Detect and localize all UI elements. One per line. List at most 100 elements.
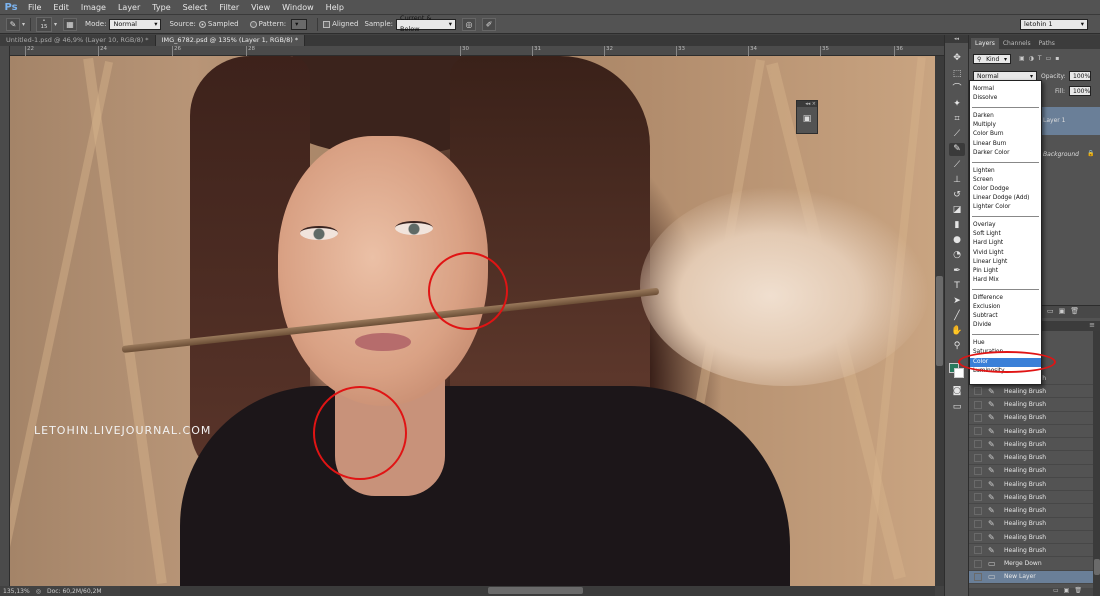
history-item[interactable]: ✎ Healing Brush [969,478,1093,492]
pressure-size-icon[interactable]: ✐ [482,17,497,31]
healing-brush-tool-preset-icon[interactable]: ✎ [6,17,20,31]
pen-tool-icon[interactable]: ✒ [949,265,965,278]
layer-footer-icons[interactable]: ▭▣🗑 [1047,307,1084,315]
eraser-tool-icon[interactable]: ◪ [949,204,965,217]
history-item[interactable]: ▭ Merge Down [969,558,1093,571]
history-footer-icons[interactable]: ▭▣🗑 [1053,587,1087,594]
history-item[interactable]: ✎ Healing Brush [969,518,1093,531]
layer-filter-kind-select[interactable]: ⚲ Kind ▾ [973,54,1011,64]
history-item[interactable]: ✎ Healing Brush [969,399,1093,412]
menu-type[interactable]: Type [146,0,176,15]
screen-mode-icon[interactable]: ▭ [949,401,965,414]
zoom-tool-icon[interactable]: ⚲ [949,340,965,353]
blend-mode-option[interactable]: Exclusion [970,303,1041,312]
chevron-down-icon[interactable]: ▾ [54,21,57,28]
pattern-radio[interactable] [249,20,257,28]
marquee-tool-icon[interactable]: ⬚ [949,68,965,81]
history-scrollbar[interactable] [1093,331,1100,596]
menu-view[interactable]: View [245,0,276,15]
chevron-down-icon[interactable]: ▾ [22,21,25,28]
pattern-picker[interactable]: ▾ [291,18,308,30]
type-tool-icon[interactable]: T [949,280,965,293]
history-snapshot-checkbox[interactable] [974,387,982,396]
history-snapshot-checkbox[interactable] [974,506,982,515]
tab-img-6782[interactable]: IMG_6782.psd @ 135% (Layer 1, RGB/8) * [155,35,306,46]
blend-mode-option[interactable]: Hue [970,339,1041,348]
opacity-input[interactable]: 100% [1069,71,1091,81]
blend-mode-option[interactable]: Color Burn [970,130,1041,139]
blur-tool-icon[interactable]: ● [949,234,965,247]
layer-filter-icons[interactable]: ▣◑T▭▪ [1019,55,1063,62]
blend-mode-option[interactable]: Soft Light [970,230,1041,239]
history-snapshot-checkbox[interactable] [974,453,982,462]
blend-mode-option[interactable]: Subtract [970,312,1041,321]
document-canvas[interactable]: LETOHIN.LIVEJOURNAL.COM ◂◂ × ▣ [10,56,935,586]
history-snapshot-checkbox[interactable] [974,493,982,502]
quick-selection-tool-icon[interactable]: ✦ [949,98,965,111]
tools-panel-header[interactable]: ◂◂ [945,35,968,43]
menu-filter[interactable]: Filter [213,0,245,15]
history-snapshot-checkbox[interactable] [974,480,982,489]
history-item[interactable]: ✎ Healing Brush [969,438,1093,452]
quick-mask-icon[interactable]: ◙ [949,385,965,398]
blend-mode-option[interactable]: Linear Burn [970,140,1041,149]
blend-mode-option[interactable]: Darker Color [970,149,1041,158]
history-snapshot-checkbox[interactable] [974,572,982,581]
menu-select[interactable]: Select [177,0,214,15]
horizontal-scroll-thumb[interactable] [488,587,583,594]
menu-help[interactable]: Help [320,0,350,15]
history-scroll-thumb[interactable] [1094,559,1100,575]
blend-mode-option[interactable]: Overlay [970,221,1041,230]
menu-image[interactable]: Image [75,0,112,15]
panel-menu-icon[interactable]: ≡ [1089,321,1095,329]
history-snapshot-checkbox[interactable] [974,466,982,475]
menu-file[interactable]: File [22,0,47,15]
clone-source-icon[interactable]: ▣ [797,107,817,131]
mode-select[interactable]: Normal ▾ [109,18,162,30]
history-snapshot-checkbox[interactable] [974,546,982,555]
blend-mode-option[interactable]: Color Dodge [970,185,1041,194]
history-snapshot-checkbox[interactable] [974,427,982,436]
history-item[interactable]: ▭ New Layer [969,570,1093,584]
tab-paths[interactable]: Paths [1035,38,1059,49]
blend-mode-option[interactable]: Hard Light [970,239,1041,248]
line-tool-icon[interactable]: ╱ [949,310,965,323]
blend-mode-option[interactable]: Linear Light [970,258,1041,267]
horizontal-scrollbar[interactable] [10,586,935,596]
healing-brush-tool-icon[interactable]: ✎ [949,143,965,156]
blend-mode-option[interactable]: Darken [970,112,1041,121]
blend-mode-option[interactable]: Multiply [970,121,1041,130]
blend-mode-option[interactable]: Pin Light [970,267,1041,276]
lasso-tool-icon[interactable]: ⌒ [949,83,965,96]
blend-mode-option[interactable]: Lighter Color [970,203,1041,212]
history-item[interactable]: ✎ Healing Brush [969,412,1093,425]
blend-mode-option[interactable]: Dissolve [970,94,1041,103]
history-snapshot-checkbox[interactable] [974,400,982,409]
history-item[interactable]: ✎ Healing Brush [969,425,1093,439]
blend-mode-option[interactable]: Hard Mix [970,276,1041,285]
clone-stamp-tool-icon[interactable]: ⊥ [949,174,965,187]
vertical-scrollbar[interactable] [935,56,944,586]
brush-settings-panel-icon[interactable]: ▦ [63,17,78,31]
menu-edit[interactable]: Edit [47,0,75,15]
collapsed-panel[interactable]: ◂◂ × ▣ [796,100,818,134]
blend-mode-option[interactable]: Linear Dodge (Add) [970,194,1041,203]
gradient-tool-icon[interactable]: ▮ [949,219,965,232]
history-item[interactable]: ✎ Healing Brush [969,452,1093,465]
vertical-scroll-thumb[interactable] [936,276,943,366]
brush-size-picker[interactable]: • 15 [36,16,53,32]
history-item[interactable]: ✎ Healing Brush [969,491,1093,505]
history-snapshot-checkbox[interactable] [974,519,982,528]
status-menu-icon[interactable]: ◎ [36,588,41,595]
fill-input[interactable]: 100% [1069,86,1091,96]
history-item[interactable]: ✎ Healing Brush [969,531,1093,545]
path-selection-tool-icon[interactable]: ➤ [949,295,965,308]
workspace-select[interactable]: letohin 1 ▾ [1020,18,1088,30]
menu-layer[interactable]: Layer [112,0,146,15]
dodge-tool-icon[interactable]: ◔ [949,249,965,262]
history-item[interactable]: ✎ Healing Brush [969,385,1093,399]
blend-mode-dropdown[interactable]: Normal Dissolve Darken Multiply Color Burn Li… [969,80,1042,385]
tab-channels[interactable]: Channels [999,38,1035,49]
history-item[interactable]: ✎ Healing Brush [969,505,1093,518]
blend-mode-option[interactable]: Vivid Light [970,249,1041,258]
